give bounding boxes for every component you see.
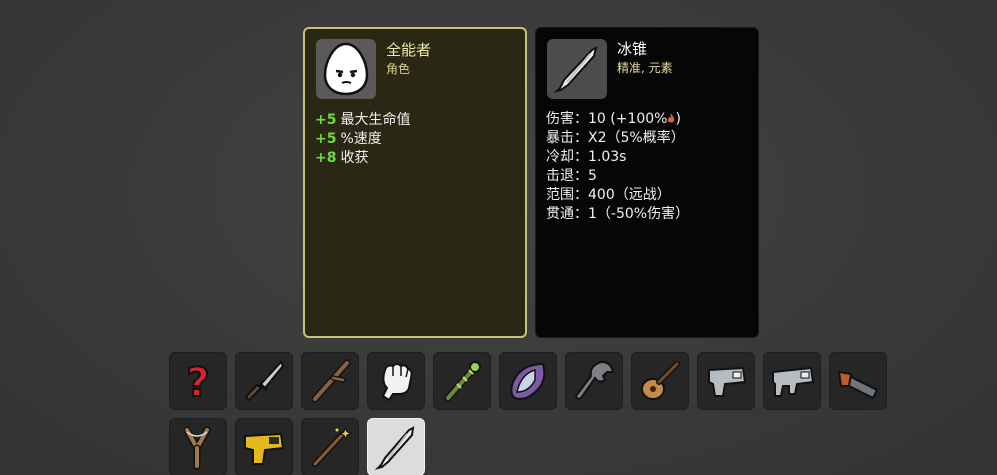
icicle-icon xyxy=(553,46,598,93)
stat-key: 击退 xyxy=(546,168,574,184)
slingshot-icon xyxy=(183,426,211,470)
weapon-stats: 伤害：10 (+100%) 暴击：X2（5%概率） 冷却：1.03s 击退：5 … xyxy=(546,110,689,224)
character-stats: +5 最大生命值 +5 %速度 +8 收获 xyxy=(315,111,410,168)
stat-key: 冷却 xyxy=(546,149,574,165)
weapon-stat-crit: 暴击：X2（5%概率） xyxy=(546,130,685,146)
weapon-stat-pierce: 贯通：1（-50%伤害） xyxy=(546,206,690,222)
svg-text:?: ? xyxy=(186,360,209,404)
character-name: 全能者 xyxy=(386,41,432,59)
stat-value: 5 xyxy=(588,168,597,184)
stat-label: 最大生命值 xyxy=(340,112,411,128)
stat-key: 范围 xyxy=(546,187,574,203)
stat-key: 暴击 xyxy=(546,130,574,146)
stat-value: 10 (+100% xyxy=(588,111,668,127)
lute-icon xyxy=(641,361,680,400)
weapon-slot-wrench[interactable] xyxy=(565,352,623,410)
weapon-slot-stick[interactable] xyxy=(301,352,359,410)
stat-label: %速度 xyxy=(340,131,382,147)
character-portrait xyxy=(316,39,376,99)
blaster-gun-icon xyxy=(708,366,747,397)
character-type: 角色 xyxy=(386,62,411,76)
weapon-slot-thorny-club[interactable] xyxy=(433,352,491,410)
stat-suffix: ) xyxy=(675,111,681,127)
weapon-slot-icicle-selected[interactable] xyxy=(367,418,425,475)
taser-icon xyxy=(244,432,285,465)
weapon-slot-random[interactable]: ? xyxy=(169,352,227,410)
double-barrel-icon xyxy=(837,370,879,400)
weapon-slot-double-barrel[interactable] xyxy=(829,352,887,410)
weapon-slot-fist[interactable] xyxy=(367,352,425,410)
weapon-select-screen: 全能者 角色 +5 最大生命值 +5 %速度 +8 收获 冰锥 精准, 元素 伤害：1… xyxy=(0,0,997,475)
thorny-club-icon xyxy=(444,361,481,402)
weapon-slot-lute[interactable] xyxy=(631,352,689,410)
stat-value: +5 xyxy=(315,112,337,128)
wrench-icon xyxy=(574,360,615,400)
stick-icon xyxy=(311,359,351,403)
weapon-slot-smg[interactable] xyxy=(763,352,821,410)
character-stat-row: +5 %速度 xyxy=(315,130,410,149)
crystal-leaf-icon xyxy=(510,362,546,400)
stat-value: 1（-50%伤害） xyxy=(588,206,690,222)
weapon-stat-damage: 伤害：10 (+100%) xyxy=(546,111,681,127)
knife-icon xyxy=(244,360,285,402)
character-stat-row: +8 收获 xyxy=(315,149,410,168)
weapon-card: 冰锥 精准, 元素 伤害：10 (+100%) 暴击：X2（5%概率） 冷却：1… xyxy=(535,27,759,338)
title-fragment xyxy=(480,0,610,4)
weapon-slot-taser[interactable] xyxy=(235,418,293,475)
character-stat-row: +5 最大生命值 xyxy=(315,111,410,130)
icicle-icon xyxy=(374,426,415,470)
stat-key: 贯通 xyxy=(546,206,574,222)
weapon-stat-cooldown: 冷却：1.03s xyxy=(546,149,627,165)
stat-value: +8 xyxy=(315,150,337,166)
weapon-stat-knockback: 击退：5 xyxy=(546,168,597,184)
stat-key: 伤害 xyxy=(546,111,574,127)
stat-value: +5 xyxy=(315,131,337,147)
weapon-slot-slingshot[interactable] xyxy=(169,418,227,475)
fist-icon xyxy=(381,363,413,402)
weapon-slot-blaster[interactable] xyxy=(697,352,755,410)
weapon-slot-magic-wand[interactable] xyxy=(301,418,359,475)
stat-value: X2（5%概率） xyxy=(588,130,685,146)
weapon-slot-knife[interactable] xyxy=(235,352,293,410)
weapon-name: 冰锥 xyxy=(617,40,648,58)
weapon-tags: 精准, 元素 xyxy=(617,61,673,75)
stat-label: 收获 xyxy=(340,150,369,166)
smg-gun-icon xyxy=(772,366,815,397)
magic-wand-icon xyxy=(312,426,353,467)
weapon-stat-range: 范围：400（远战） xyxy=(546,187,671,203)
stat-value: 400（远战） xyxy=(588,187,671,203)
character-card: 全能者 角色 +5 最大生命值 +5 %速度 +8 收获 xyxy=(303,27,527,338)
random-question-icon: ? xyxy=(185,359,210,404)
egg-face-icon xyxy=(323,42,369,96)
stat-value: 1.03s xyxy=(588,149,627,165)
weapon-portrait xyxy=(547,39,607,99)
weapon-slot-crystal-leaf[interactable] xyxy=(499,352,557,410)
